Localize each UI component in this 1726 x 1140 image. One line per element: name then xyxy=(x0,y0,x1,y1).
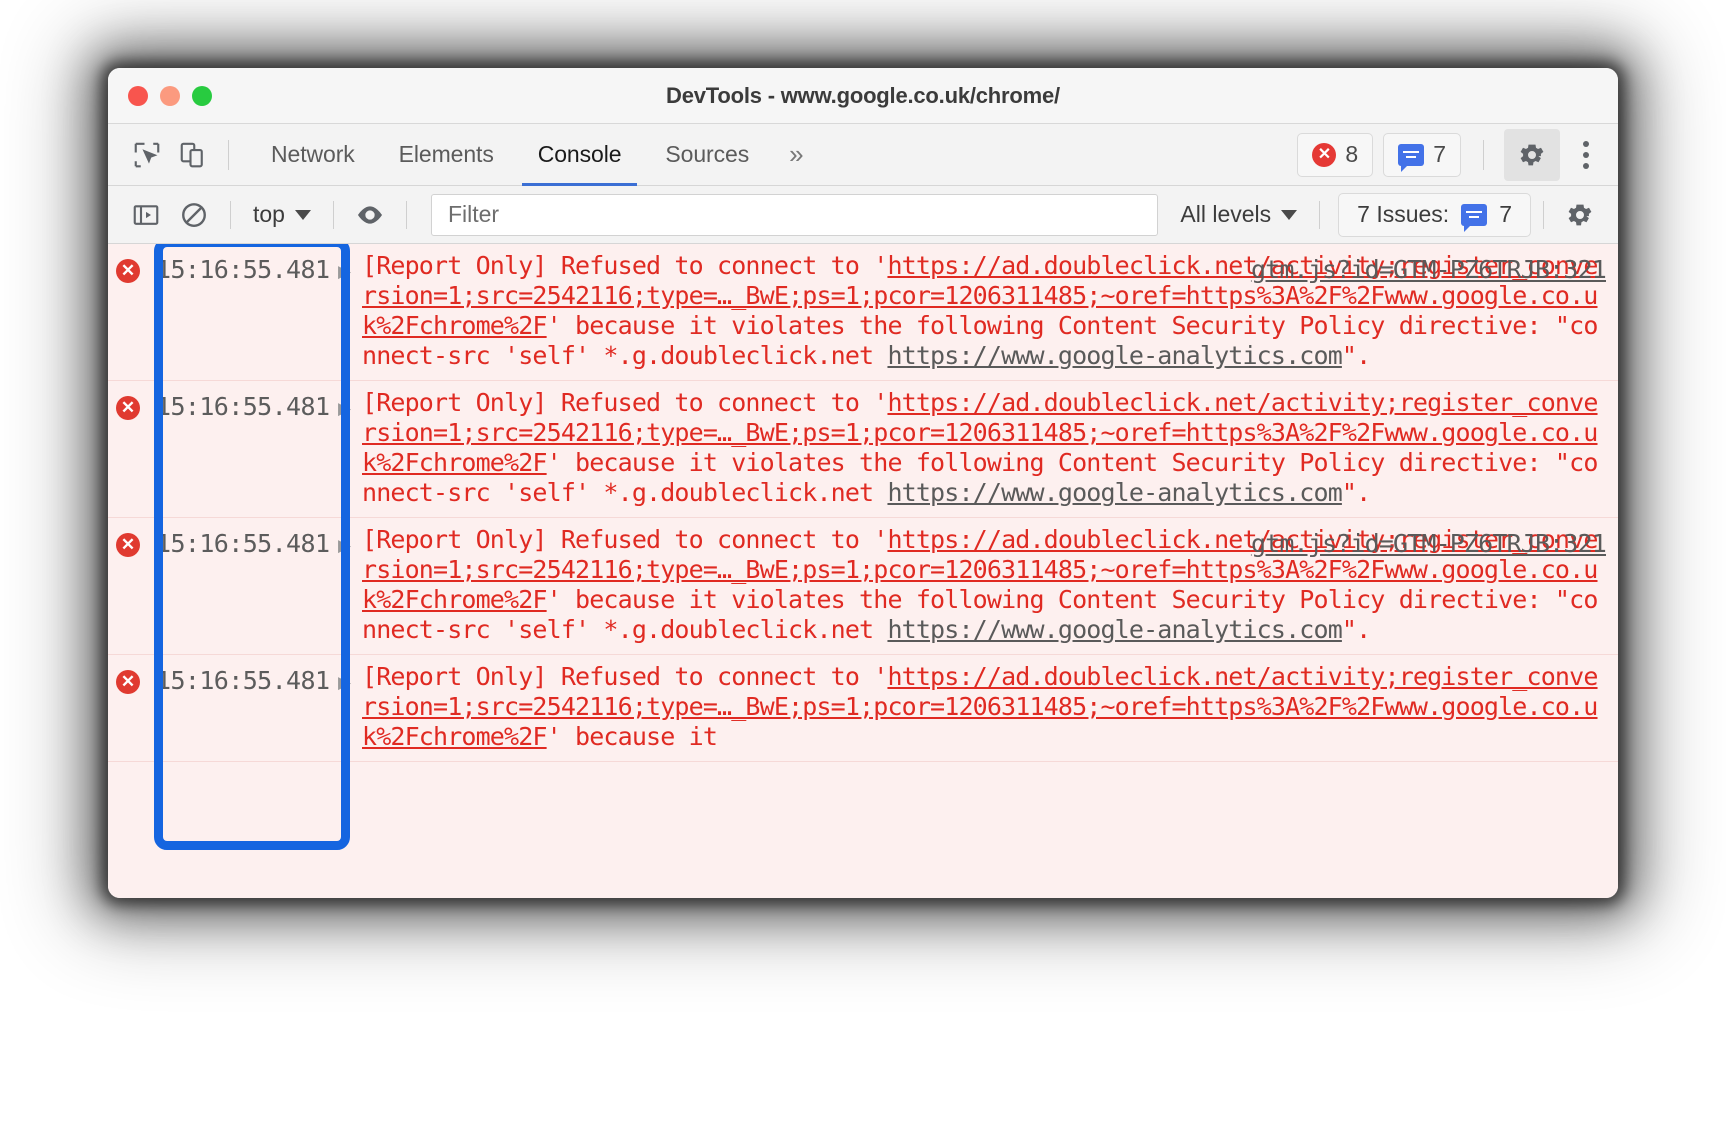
devtools-window: DevTools - www.google.co.uk/chrome/ Netw… xyxy=(108,68,1618,898)
msg-link2-1: https://www.google-analytics.com xyxy=(887,478,1342,507)
message-count-label: 7 xyxy=(1433,141,1446,167)
table-row[interactable]: ✕ 15:16:55.481 ▶ [Report Only] Refused t… xyxy=(108,518,1618,655)
clear-console-icon[interactable] xyxy=(170,193,218,237)
execution-context-label: top xyxy=(253,201,285,227)
error-level-icon: ✕ xyxy=(108,662,148,694)
msg-prefix-2: [Report Only] Refused to connect to ' xyxy=(362,525,888,554)
error-icon: ✕ xyxy=(1312,142,1337,167)
kebab-menu-icon[interactable] xyxy=(1560,129,1612,181)
message-source-link[interactable]: gtm.js?id=GTM-PZ6TRJB:321 xyxy=(1251,255,1607,284)
msg-suffix-2: ". xyxy=(1341,615,1371,644)
console-settings-gear-icon[interactable] xyxy=(1556,193,1604,237)
msg-link2-2: https://www.google-analytics.com xyxy=(887,615,1342,644)
msg-suffix-0: ". xyxy=(1341,341,1371,370)
message-timestamp: 15:16:55.481 xyxy=(156,529,330,558)
table-row[interactable]: ✕ 15:16:55.481 ▶ [Report Only] Refused t… xyxy=(108,381,1618,518)
message-text: [Report Only] Refused to connect to ' htt… xyxy=(362,388,1618,508)
panel-tabs: Network Elements Console Sources » xyxy=(249,124,821,186)
expand-arrow-icon[interactable]: ▶ xyxy=(338,388,362,417)
console-sidebar-icon[interactable] xyxy=(122,193,170,237)
issues-button[interactable]: 7 Issues: 7 xyxy=(1338,192,1531,237)
msg-prefix-3: [Report Only] Refused to connect to ' xyxy=(362,662,888,691)
error-level-icon: ✕ xyxy=(108,388,148,420)
log-level-dropdown[interactable]: All levels xyxy=(1170,201,1307,228)
log-level-label: All levels xyxy=(1180,201,1272,227)
maximize-window-button[interactable] xyxy=(192,85,212,106)
devtools-tabbar: Network Elements Console Sources » ✕ 8 7 xyxy=(108,124,1618,186)
expand-arrow-icon[interactable]: ▶ xyxy=(338,525,362,554)
close-window-button[interactable] xyxy=(128,85,148,106)
filter-input[interactable] xyxy=(430,193,1159,236)
tab-console[interactable]: Console xyxy=(516,124,644,186)
issues-count-label: 7 xyxy=(1499,201,1512,227)
console-toolbar: top All levels 7 Issues: 7 xyxy=(108,186,1618,244)
error-counter[interactable]: ✕ 8 xyxy=(1297,132,1374,177)
msg-link2-0: https://www.google-analytics.com xyxy=(887,341,1342,370)
chevron-down-icon-levels xyxy=(1281,209,1298,220)
minimize-window-button[interactable] xyxy=(160,85,180,106)
message-icon xyxy=(1398,143,1425,172)
console-message-list[interactable]: ✕ 15:16:55.481 ▶ [Report Only] Refused t… xyxy=(108,244,1618,898)
expand-arrow-icon[interactable]: ▶ xyxy=(338,662,362,691)
tab-sources[interactable]: Sources xyxy=(643,124,771,186)
execution-context-dropdown[interactable]: top xyxy=(243,201,321,228)
msg-suffix-1: ". xyxy=(1341,478,1371,507)
message-source-link[interactable]: gtm.js?id=GTM-PZ6TRJB:321 xyxy=(1251,529,1607,558)
screenshot-stage: DevTools - www.google.co.uk/chrome/ Netw… xyxy=(0,0,1726,1140)
message-text: [Report Only] Refused to connect to 'htt… xyxy=(362,662,1618,752)
message-timestamp: 15:16:55.481 xyxy=(156,255,330,284)
console-toolbar-divider-1 xyxy=(230,200,231,229)
error-level-icon: ✕ xyxy=(108,251,148,283)
message-timestamp: 15:16:55.481 xyxy=(156,666,330,695)
live-expression-eye-icon[interactable] xyxy=(346,193,394,237)
issues-message-icon xyxy=(1461,203,1488,232)
console-toolbar-divider-4 xyxy=(1319,200,1321,229)
tab-elements[interactable]: Elements xyxy=(377,124,516,186)
console-toolbar-divider-5 xyxy=(1543,200,1544,229)
msg-prefix-1: [Report Only] Refused to connect to ' xyxy=(362,388,888,417)
table-row[interactable]: ✕ 15:16:55.481 ▶ [Report Only] Refused t… xyxy=(108,244,1618,381)
msg-prefix-0: [Report Only] Refused to connect to ' xyxy=(362,251,888,280)
tab-network[interactable]: Network xyxy=(249,124,377,186)
tabbar-divider-2 xyxy=(1483,139,1484,170)
chevron-down-icon xyxy=(294,209,311,220)
error-level-icon: ✕ xyxy=(108,525,148,557)
window-traffic-lights xyxy=(128,85,212,106)
console-toolbar-divider-3 xyxy=(405,200,407,229)
inspect-cursor-icon[interactable] xyxy=(124,132,170,178)
expand-arrow-icon[interactable]: ▶ xyxy=(338,251,362,280)
more-tabs-icon[interactable]: » xyxy=(771,124,821,186)
table-row[interactable]: ✕ 15:16:55.481 ▶ [Report Only] Refused t… xyxy=(108,655,1618,762)
console-toolbar-divider-2 xyxy=(332,200,334,229)
toolbar-divider xyxy=(228,139,229,170)
window-titlebar: DevTools - www.google.co.uk/chrome/ xyxy=(108,68,1618,124)
msg-middle-3: ' because it xyxy=(546,722,718,751)
window-title: DevTools - www.google.co.uk/chrome/ xyxy=(666,82,1060,108)
issues-label: 7 Issues: xyxy=(1357,201,1450,227)
error-count-label: 8 xyxy=(1345,141,1359,167)
message-timestamp: 15:16:55.481 xyxy=(156,392,330,421)
device-toolbar-icon[interactable] xyxy=(170,132,216,178)
gear-icon[interactable] xyxy=(1504,128,1560,181)
message-counter[interactable]: 7 xyxy=(1383,132,1461,177)
